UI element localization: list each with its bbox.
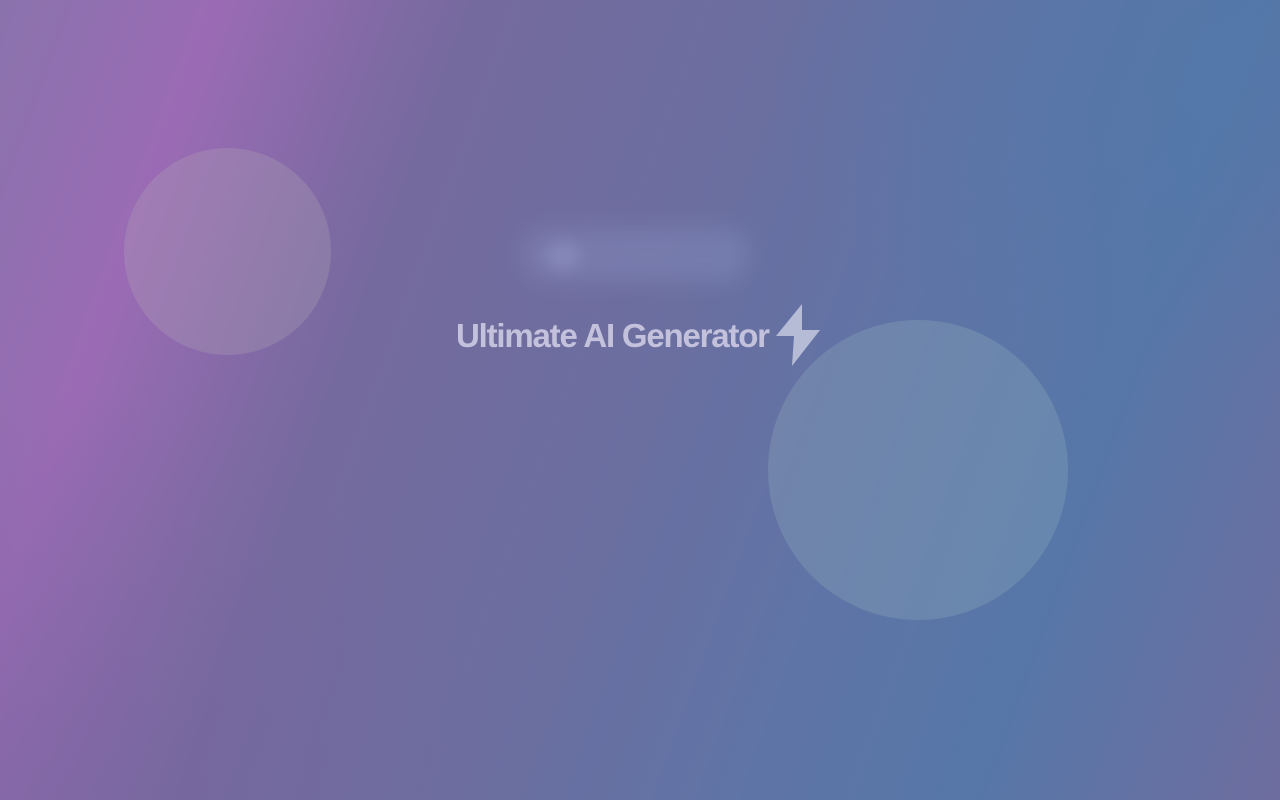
background-glow-bottom-left <box>0 380 520 800</box>
hero-title: Ultimate AI Generator <box>456 316 770 354</box>
blurred-badge-dot <box>546 242 580 270</box>
hero-title-row: Ultimate AI Generator <box>456 304 822 366</box>
background-glow-top-right <box>760 0 1280 380</box>
decorative-circle-left <box>124 148 331 355</box>
lightning-bolt-icon <box>774 304 822 366</box>
